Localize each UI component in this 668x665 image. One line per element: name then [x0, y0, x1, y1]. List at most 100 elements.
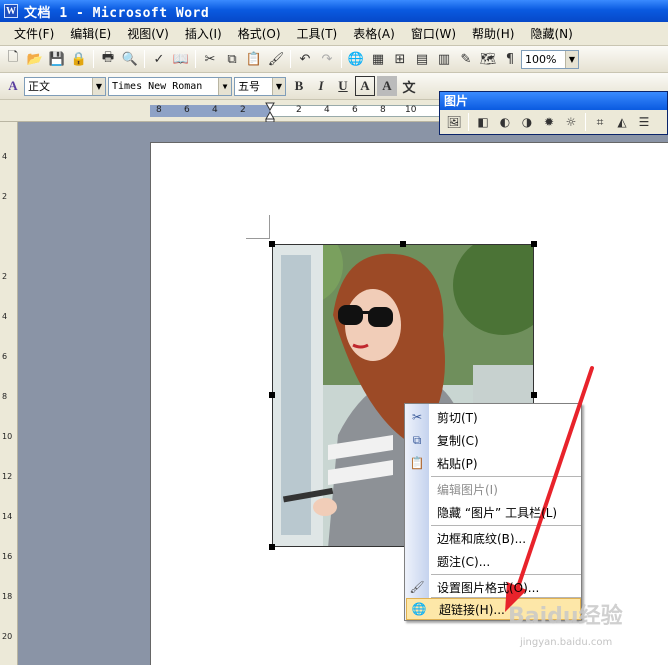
crop-icon[interactable]: ⌗	[590, 112, 610, 132]
color-icon[interactable]: ◧	[473, 112, 493, 132]
separator	[93, 50, 94, 68]
ctx-format-picture-label: 设置图片格式(O)...	[437, 580, 540, 595]
character-scale-icon[interactable]: 文	[399, 76, 419, 96]
menu-window[interactable]: 窗口(W)	[403, 24, 464, 44]
chevron-down-icon[interactable]: ▼	[92, 77, 105, 95]
menu-edit[interactable]: 编辑(E)	[62, 24, 119, 44]
chevron-down-icon[interactable]: ▼	[218, 77, 231, 95]
styles-pane-icon[interactable]: A	[3, 76, 23, 96]
resize-handle[interactable]	[269, 241, 275, 247]
italic-button[interactable]: I	[311, 76, 331, 96]
separator	[341, 50, 342, 68]
chevron-down-icon[interactable]: ▼	[272, 77, 285, 95]
picture-toolbar-title[interactable]: 图片	[440, 92, 667, 110]
picture-toolbar: 图片 🖼 ◧ ◐ ◑ ✹ ☼ ⌗ ◭ ☰	[439, 91, 668, 135]
font-select[interactable]: Times New Roman ▼	[108, 76, 232, 96]
permission-icon[interactable]: 🔒	[69, 49, 89, 69]
paste-icon[interactable]: 📋	[244, 49, 264, 69]
spelling-icon[interactable]: ✓	[149, 49, 169, 69]
menu-table[interactable]: 表格(A)	[345, 24, 403, 44]
show-hide-icon[interactable]: ¶	[500, 49, 520, 69]
save-icon[interactable]: 💾	[47, 49, 67, 69]
hyperlink-icon: 🌐	[411, 602, 427, 616]
ctx-borders-shading[interactable]: 边框和底纹(B)...	[405, 527, 581, 549]
ruler-tick: 4	[212, 105, 218, 115]
char-border-button[interactable]: A	[355, 76, 375, 96]
font-size-select[interactable]: 五号 ▼	[234, 76, 286, 96]
resize-handle[interactable]	[269, 544, 275, 550]
ctx-format-picture[interactable]: 🖌 设置图片格式(O)...	[405, 576, 581, 598]
style-select[interactable]: 正文 ▼	[24, 76, 106, 96]
ctx-cut[interactable]: ✂ 剪切(T)	[405, 406, 581, 428]
undo-icon[interactable]: ↶	[295, 49, 315, 69]
redo-icon[interactable]: ↷	[317, 49, 337, 69]
line-style-icon[interactable]: ☰	[634, 112, 654, 132]
separator	[144, 50, 145, 68]
ruler-tick: 2	[2, 192, 8, 201]
columns-icon[interactable]: ▥	[434, 49, 454, 69]
print-icon[interactable]: 🖶	[98, 49, 118, 69]
separator	[195, 50, 196, 68]
window-title: 文档 1 - Microsoft Word	[24, 5, 210, 21]
menu-insert[interactable]: 插入(I)	[177, 24, 230, 44]
resize-handle[interactable]	[531, 241, 537, 247]
tables-borders-icon[interactable]: ▦	[368, 49, 388, 69]
ctx-hide-picture-toolbar[interactable]: 隐藏 “图片” 工具栏(L)	[405, 501, 581, 523]
ctx-paste[interactable]: 📋 粘贴(P)	[405, 452, 581, 474]
standard-toolbar: 🗋 📂 💾 🔒 🖶 🔍 ✓ 📖 ✂ ⧉ 📋 🖌 ↶ ↷ 🌐 ▦ ⊞ ▤ ▥ ✎ …	[0, 46, 668, 73]
ruler-tick: 6	[184, 105, 190, 115]
new-doc-icon[interactable]: 🗋	[3, 49, 23, 69]
copy-icon[interactable]: ⧉	[222, 49, 242, 69]
bold-button[interactable]: B	[289, 76, 309, 96]
rotate-left-icon[interactable]: ◭	[612, 112, 632, 132]
font-size-value: 五号	[238, 80, 260, 93]
more-brightness-icon[interactable]: ✹	[539, 112, 559, 132]
less-contrast-icon[interactable]: ◑	[517, 112, 537, 132]
print-preview-icon[interactable]: 🔍	[120, 49, 140, 69]
format-painter-icon[interactable]: 🖌	[266, 49, 286, 69]
vertical-ruler[interactable]: 4 2 2 4 6 8 10 12 14 16 18 20	[0, 122, 18, 665]
cut-icon[interactable]: ✂	[200, 49, 220, 69]
menu-hide[interactable]: 隐藏(N)	[522, 24, 580, 44]
less-brightness-icon[interactable]: ☼	[561, 112, 581, 132]
insert-excel-icon[interactable]: ▤	[412, 49, 432, 69]
ctx-caption[interactable]: 题注(C)...	[405, 550, 581, 572]
ruler-margin-left	[150, 105, 270, 117]
resize-handle[interactable]	[531, 392, 537, 398]
ctx-borders-label: 边框和底纹(B)...	[437, 531, 527, 546]
insert-table-icon[interactable]: ⊞	[390, 49, 410, 69]
ruler-tick: 6	[352, 105, 358, 115]
indent-marker-icon[interactable]	[265, 102, 275, 122]
resize-handle[interactable]	[400, 241, 406, 247]
more-contrast-icon[interactable]: ◐	[495, 112, 515, 132]
insert-hyperlink-icon[interactable]: 🌐	[346, 49, 366, 69]
ruler-tick: 18	[2, 592, 13, 601]
menu-file[interactable]: 文件(F)	[6, 24, 62, 44]
char-shading-button[interactable]: A	[377, 76, 397, 96]
menu-view[interactable]: 视图(V)	[119, 24, 177, 44]
context-menu: ✂ 剪切(T) ⧉ 复制(C) 📋 粘贴(P) 编辑图片(I) 隐藏 “图片” …	[404, 403, 582, 621]
menu-tools[interactable]: 工具(T)	[289, 24, 346, 44]
ruler-tick: 12	[2, 472, 13, 481]
menu-help[interactable]: 帮助(H)	[464, 24, 522, 44]
ctx-edit-picture-label: 编辑图片(I)	[437, 482, 498, 497]
drawing-icon[interactable]: ✎	[456, 49, 476, 69]
separator	[585, 113, 586, 131]
underline-button[interactable]: U	[333, 76, 353, 96]
zoom-select[interactable]: 100% ▼	[521, 49, 579, 69]
research-icon[interactable]: 📖	[171, 49, 191, 69]
ctx-hyperlink-label: 超链接(H)...	[439, 602, 505, 617]
style-value: 正文	[28, 80, 50, 93]
document-map-icon[interactable]: 🗺	[478, 49, 498, 69]
ctx-copy[interactable]: ⧉ 复制(C)	[405, 429, 581, 451]
ruler-tick: 6	[2, 352, 8, 361]
ruler-tick: 4	[324, 105, 330, 115]
ruler-tick: 14	[2, 512, 13, 521]
chevron-down-icon[interactable]: ▼	[565, 50, 578, 68]
resize-handle[interactable]	[269, 392, 275, 398]
open-icon[interactable]: 📂	[25, 49, 45, 69]
menu-format[interactable]: 格式(O)	[230, 24, 289, 44]
watermark-url: jingyan.baidu.com	[520, 637, 613, 648]
insert-picture-icon[interactable]: 🖼	[444, 112, 464, 132]
title-bar: W 文档 1 - Microsoft Word	[0, 0, 668, 22]
